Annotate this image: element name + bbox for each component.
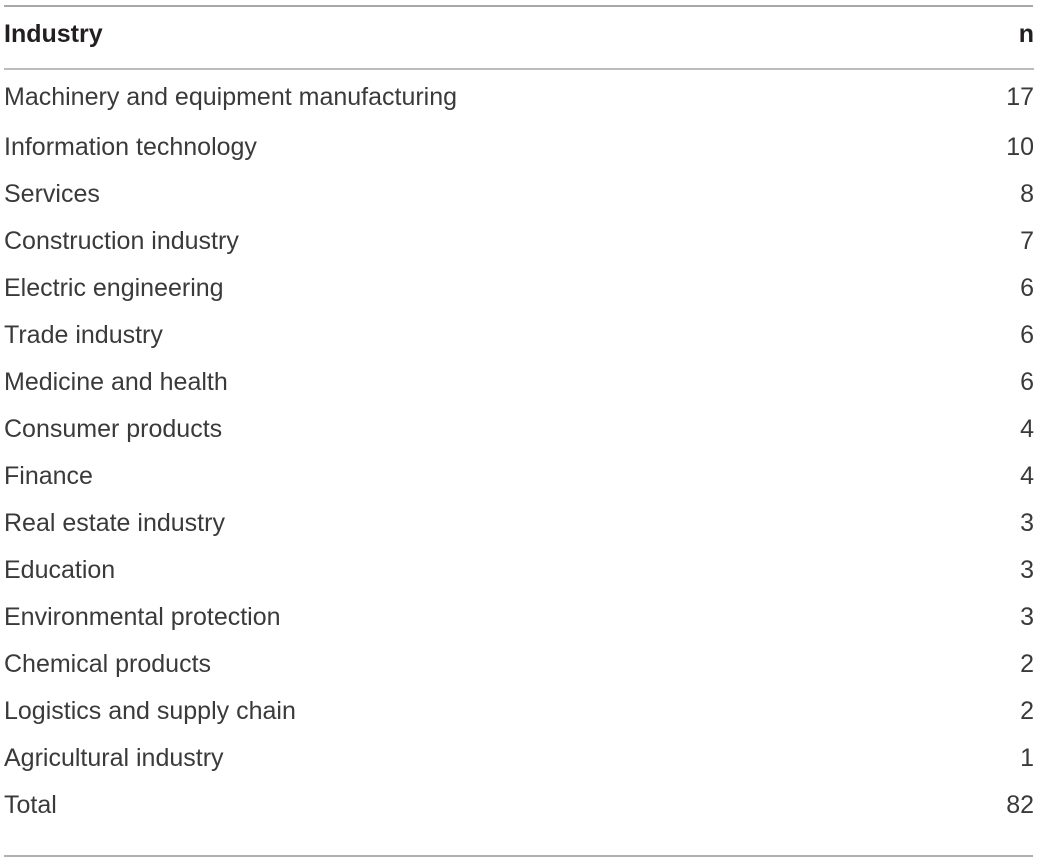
cell-industry: Electric engineering [4, 274, 224, 302]
table-row: Construction industry 7 [4, 218, 1034, 265]
cell-count: 3 [1020, 509, 1034, 537]
table-row: Chemical products 2 [4, 641, 1034, 688]
cell-count: 6 [1020, 368, 1034, 396]
column-header-industry: Industry [4, 0, 864, 70]
cell-industry: Agricultural industry [4, 744, 224, 772]
cell-industry: Services [4, 180, 100, 208]
cell-industry: Environmental protection [4, 603, 281, 631]
cell-count: 10 [1006, 133, 1034, 161]
cell-industry: Trade industry [4, 321, 163, 349]
cell-count: 1 [1020, 744, 1034, 772]
table-row: Environmental protection 3 [4, 594, 1034, 641]
table-row: Education 3 [4, 547, 1034, 594]
cell-industry: Information technology [4, 133, 257, 161]
cell-industry: Machinery and equipment manufacturing [4, 83, 458, 111]
table-row: Information technology 10 [4, 124, 1034, 171]
cell-count: 8 [1020, 180, 1034, 208]
table-row: Electric engineering 6 [4, 265, 1034, 312]
table-row: Logistics and supply chain 2 [4, 688, 1034, 735]
cell-industry: Chemical products [4, 650, 212, 678]
cell-industry: Finance [4, 462, 93, 490]
cell-count: 4 [1020, 462, 1034, 490]
cell-count: 2 [1020, 650, 1034, 678]
data-table: Industry n Machinery and equipment manuf… [4, 0, 1034, 829]
cell-count: 6 [1020, 321, 1034, 349]
table-row: Real estate industry 3 [4, 500, 1034, 547]
table-top-rule [4, 5, 1033, 7]
cell-industry-total: Total [4, 791, 57, 819]
cell-industry: Real estate industry [4, 509, 225, 537]
table-header: Industry n [4, 0, 1034, 70]
cell-count: 2 [1020, 697, 1034, 725]
table-bottom-rule [4, 855, 1033, 857]
cell-count-total: 82 [1006, 791, 1034, 819]
column-header-n: n [864, 0, 1034, 70]
cell-count: 17 [1006, 83, 1034, 111]
cell-industry: Construction industry [4, 227, 239, 255]
cell-count: 3 [1020, 603, 1034, 631]
table-row: Consumer products 4 [4, 406, 1034, 453]
industry-frequency-table: Industry n Machinery and equipment manuf… [0, 0, 1040, 864]
cell-industry: Medicine and health [4, 368, 228, 396]
table-body: Machinery and equipment manufacturing 17… [4, 69, 1034, 829]
table-row: Machinery and equipment manufacturing 17 [4, 69, 1034, 124]
table-row: Trade industry 6 [4, 312, 1034, 359]
table-row-total: Total 82 [4, 782, 1034, 829]
table-header-row: Industry n [4, 0, 1034, 70]
table-row: Finance 4 [4, 453, 1034, 500]
cell-industry: Education [4, 556, 116, 584]
cell-count: 3 [1020, 556, 1034, 584]
cell-industry: Consumer products [4, 415, 223, 443]
cell-industry: Logistics and supply chain [4, 697, 296, 725]
table-row: Services 8 [4, 171, 1034, 218]
table-row: Agricultural industry 1 [4, 735, 1034, 782]
cell-count: 7 [1020, 227, 1034, 255]
cell-count: 4 [1020, 415, 1034, 443]
table-row: Medicine and health 6 [4, 359, 1034, 406]
cell-count: 6 [1020, 274, 1034, 302]
